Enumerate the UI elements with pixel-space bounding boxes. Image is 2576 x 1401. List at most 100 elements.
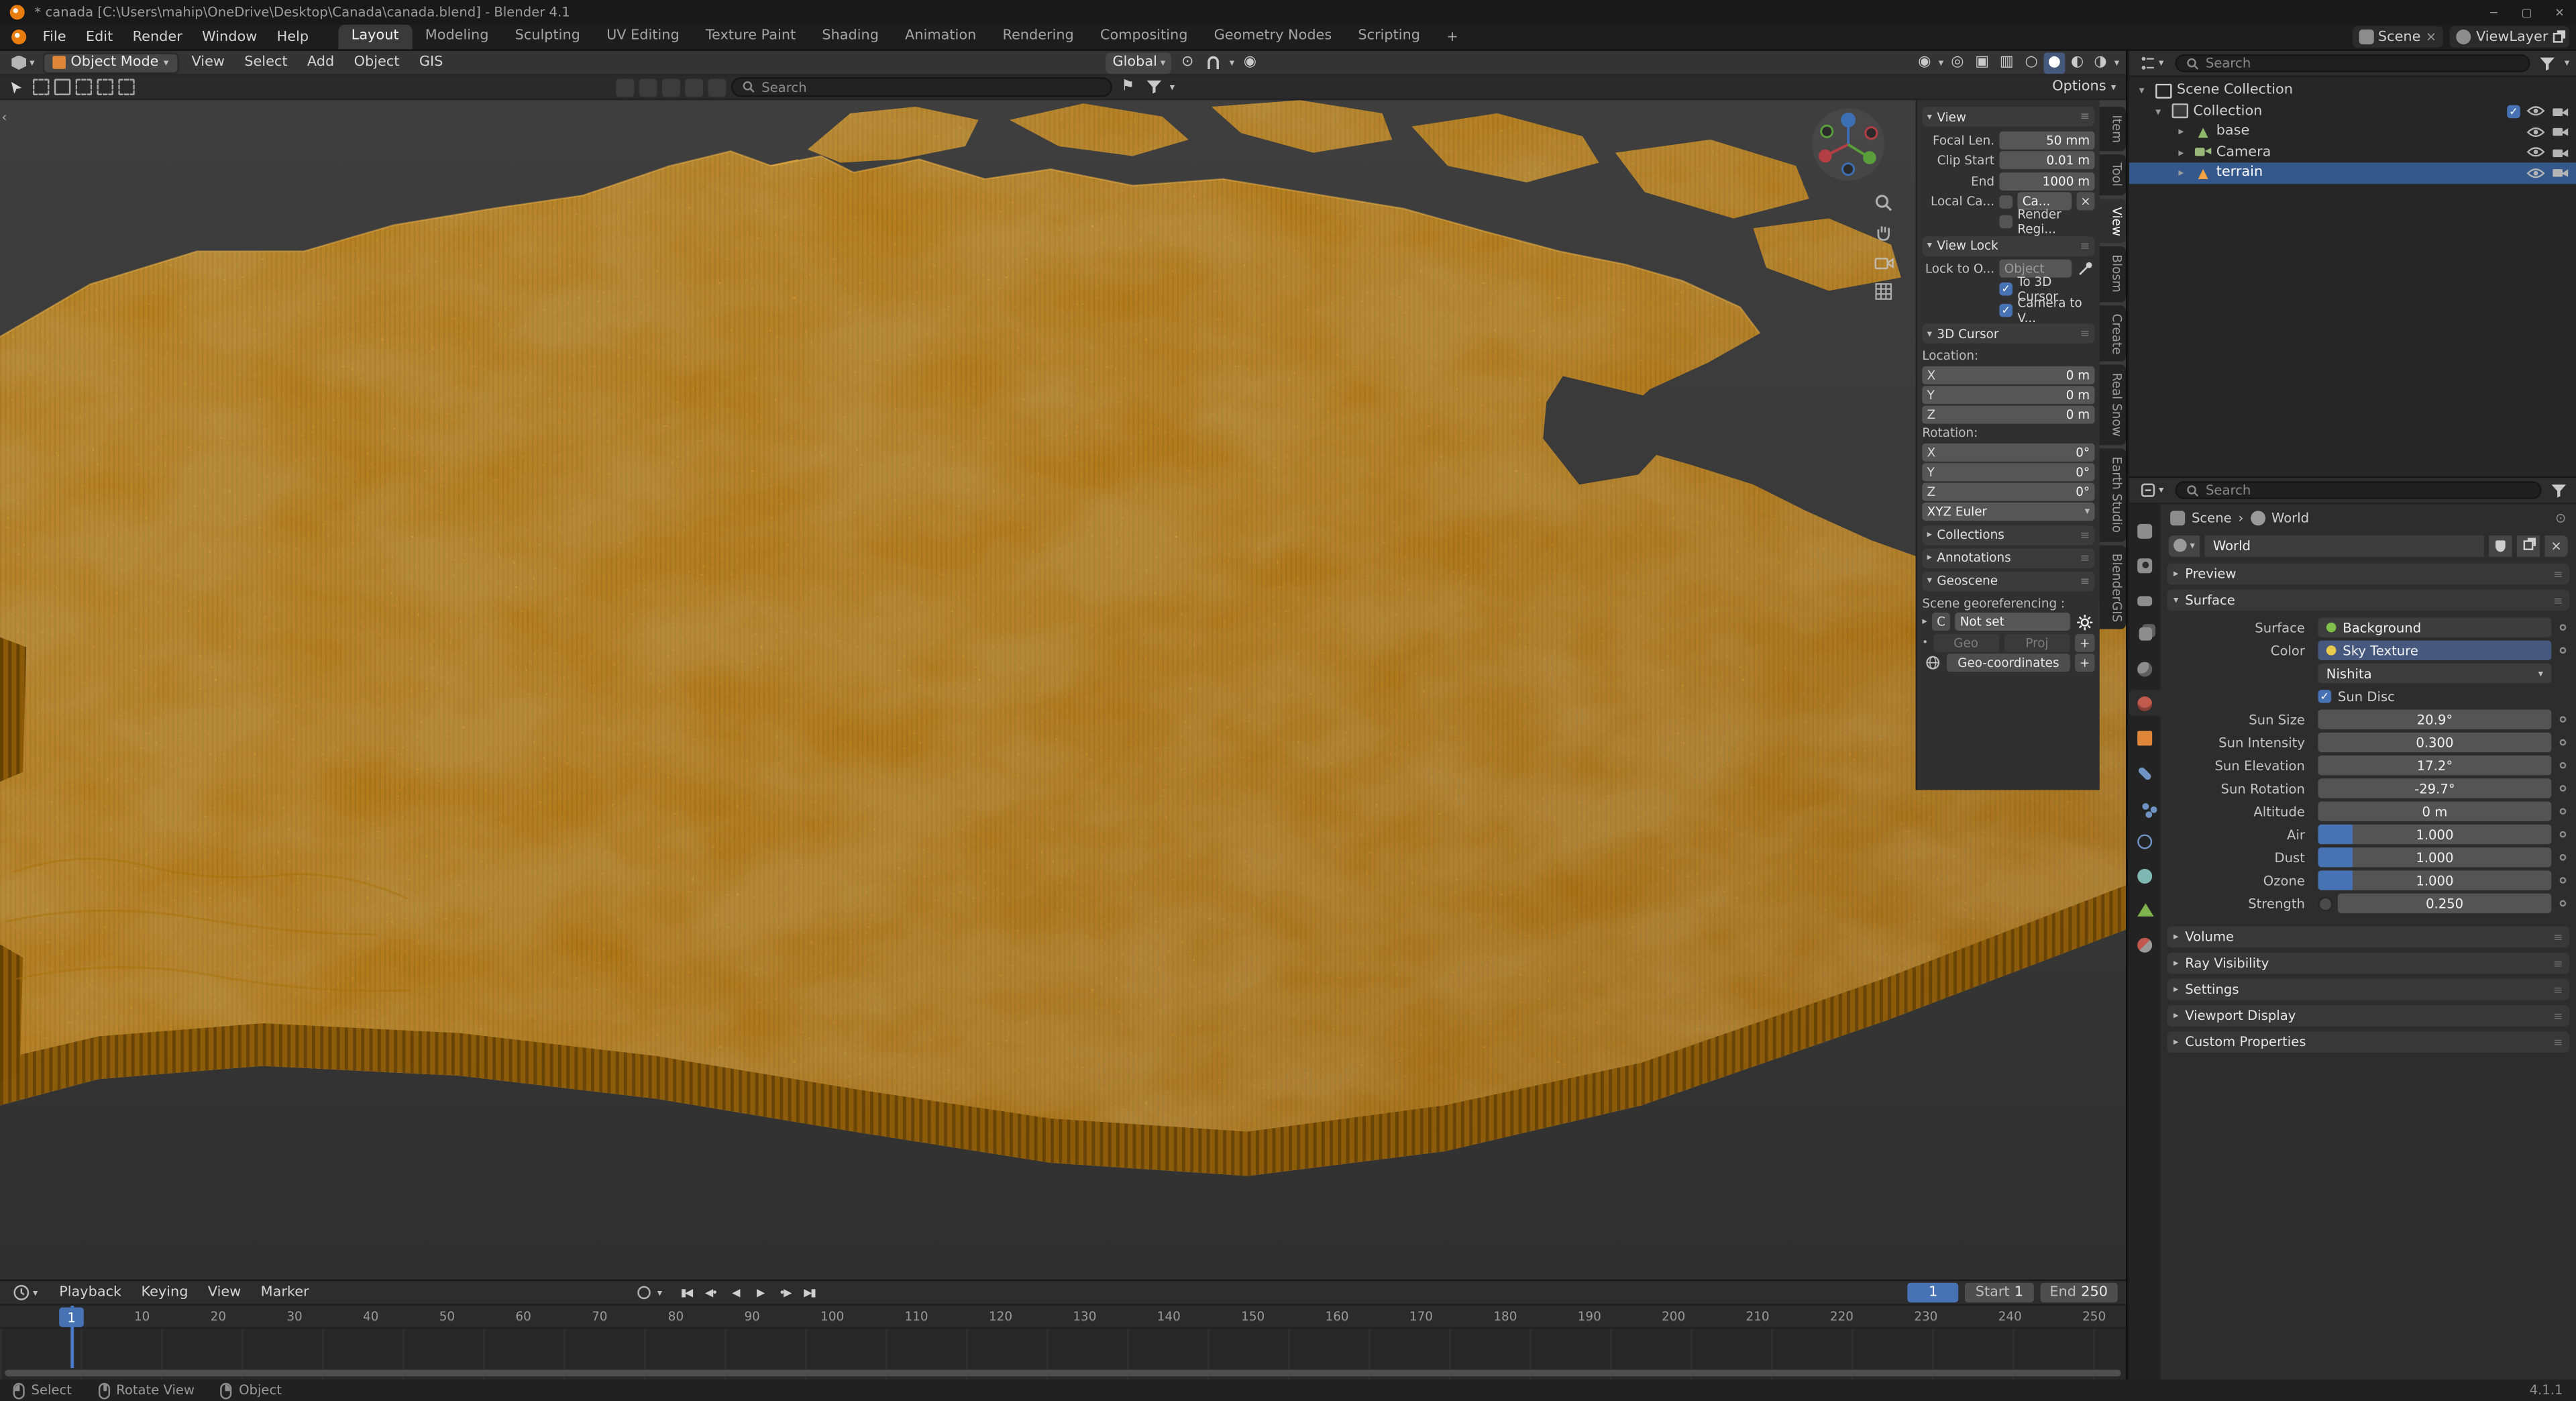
add-georef-button[interactable]: + — [2075, 633, 2094, 652]
snap-magnet-icon[interactable] — [1203, 52, 1225, 73]
shading-dropdown-icon[interactable]: ▾ — [2114, 56, 2119, 68]
collapsed-panel-header[interactable]: ▸ Ray Visibility ≡ — [2167, 953, 2569, 974]
tool-option-icon[interactable] — [616, 78, 634, 96]
transport-button[interactable]: •▶ — [774, 1283, 796, 1302]
timeline-menu-item[interactable]: View — [198, 1281, 251, 1304]
axis-value-field[interactable]: X 0 m — [1922, 366, 2094, 384]
strength-field[interactable]: 0.250 — [2338, 894, 2551, 913]
decorator-icon[interactable] — [2560, 739, 2567, 746]
decorator-icon[interactable] — [2560, 762, 2567, 769]
panel-header-collections[interactable]: ▸ Collections ≡ — [1922, 525, 2094, 544]
outliner-item-label[interactable]: Collection — [2193, 103, 2262, 119]
properties-tab[interactable] — [2129, 552, 2161, 578]
property-value-field[interactable]: 0.300 — [2318, 733, 2552, 752]
decorator-icon[interactable] — [2560, 831, 2567, 838]
bookmark-icon[interactable]: ⚑ — [1117, 76, 1138, 98]
expand-arrow-icon[interactable]: ▾ — [2155, 105, 2167, 118]
transport-button[interactable]: ◀ — [724, 1283, 746, 1302]
disable-render-camera-icon[interactable] — [2551, 105, 2569, 118]
outliner-item-label[interactable]: terrain — [2216, 164, 2263, 180]
search-input[interactable] — [761, 80, 1101, 95]
local-camera-checkbox[interactable] — [1999, 195, 2012, 209]
blender-menu-icon[interactable] — [7, 30, 30, 44]
editor-type-button[interactable]: ▾ — [7, 52, 40, 73]
property-value-field[interactable]: 17.2° — [2318, 756, 2552, 775]
navigation-gizmo[interactable] — [1811, 107, 1886, 183]
workspace-tab[interactable]: Texture Paint — [692, 25, 809, 50]
decorator-icon[interactable] — [2560, 854, 2567, 861]
properties-tab[interactable] — [2129, 517, 2161, 543]
viewport-menu-item[interactable]: View — [182, 51, 235, 74]
timeline-body[interactable]: 1102030405060708090100110120130140150160… — [0, 1306, 2126, 1380]
decorator-icon[interactable] — [2560, 808, 2567, 815]
transport-button[interactable]: ▶▮ — [798, 1283, 820, 1302]
outliner-row[interactable]: ▸ Camera — [2129, 142, 2576, 163]
snap-dropdown-icon[interactable]: ▾ — [1230, 56, 1234, 68]
axis-value-field[interactable]: Z 0 m — [1922, 405, 2094, 423]
fake-user-button[interactable] — [2489, 535, 2512, 556]
axis-value-field[interactable]: Y 0 m — [1922, 385, 2094, 403]
disable-render-camera-icon[interactable] — [2551, 166, 2569, 180]
properties-tab[interactable] — [2129, 828, 2161, 854]
collapsed-panel-header[interactable]: ▸ Custom Properties ≡ — [2167, 1031, 2569, 1053]
properties-tab[interactable] — [2129, 656, 2161, 682]
breadcrumb-world[interactable]: World — [2271, 511, 2309, 525]
properties-search-input[interactable] — [2206, 483, 2530, 498]
proj-button[interactable]: Proj — [2004, 633, 2070, 652]
properties-tab[interactable] — [2129, 621, 2161, 647]
collapsed-panel-header[interactable]: ▸ Settings ≡ — [2167, 979, 2569, 1000]
panel-header-preview[interactable]: ▸ Preview ≡ — [2167, 564, 2569, 585]
workspace-tab[interactable]: Geometry Nodes — [1201, 25, 1345, 50]
properties-editor-type-button[interactable]: ▾ — [2136, 480, 2169, 501]
unlink-scene-icon[interactable]: × — [2426, 30, 2436, 44]
properties-tab[interactable] — [2129, 724, 2161, 750]
property-value-field[interactable]: 20.9° — [2318, 709, 2552, 729]
proportional-editing-icon[interactable]: ◉ — [1239, 52, 1260, 73]
timeline-scrollbar[interactable] — [5, 1369, 2121, 1376]
hide-eye-icon[interactable] — [2527, 167, 2545, 178]
panel-header-view-lock[interactable]: ▾ View Lock ≡ — [1922, 236, 2094, 255]
zoom-icon[interactable] — [1873, 192, 1894, 213]
tool-option-icon[interactable] — [662, 78, 680, 96]
timeline-editor-type-button[interactable]: ▾ — [8, 1282, 42, 1304]
sky-model-dropdown[interactable]: Nishita ▾ — [2318, 664, 2552, 683]
filter-icon[interactable] — [1144, 76, 1165, 98]
viewport-menu-item[interactable]: Add — [297, 51, 344, 74]
collapsed-panel-header[interactable]: ▸ Viewport Display ≡ — [2167, 1005, 2569, 1027]
disable-render-camera-icon[interactable] — [2551, 125, 2569, 139]
crs-field[interactable]: Not set — [1955, 613, 2070, 631]
new-world-button[interactable] — [2517, 535, 2540, 556]
panel-header-surface[interactable]: ▾ Surface ≡ — [2167, 590, 2569, 611]
menu-item[interactable]: Help — [267, 25, 319, 48]
active-tool-icon[interactable] — [7, 76, 28, 98]
transport-button[interactable]: ◀• — [700, 1283, 722, 1302]
expand-arrow-icon[interactable]: ▸ — [2178, 146, 2190, 159]
properties-tab[interactable] — [2129, 586, 2161, 613]
transform-orientation-selector[interactable]: Global ▾ — [1106, 52, 1172, 73]
workspace-tab[interactable]: Animation — [892, 25, 989, 50]
pan-hand-icon[interactable] — [1873, 221, 1894, 243]
decorator-icon[interactable] — [2560, 716, 2567, 723]
n-panel-tab[interactable]: View — [2100, 198, 2126, 244]
expand-arrow-icon[interactable]: ▸ — [2178, 166, 2190, 180]
n-panel-tab[interactable]: Item — [2100, 107, 2126, 151]
decorator-icon[interactable] — [2560, 647, 2567, 654]
menu-item[interactable]: Window — [192, 25, 266, 48]
overlay-toggle-icon[interactable]: ▣ — [1972, 52, 1993, 73]
timeline-menu-item[interactable]: Keying — [131, 1281, 198, 1304]
playhead-frame-badge[interactable]: 1 — [59, 1307, 84, 1327]
lock-checkbox[interactable] — [1999, 303, 2012, 317]
tool-option-icon[interactable] — [639, 78, 657, 96]
panel-header-geoscene[interactable]: ▾ Geoscene ≡ — [1922, 571, 2094, 590]
tool-option-icon[interactable] — [708, 78, 727, 96]
workspace-tab[interactable]: Shading — [809, 25, 892, 50]
shading-mode-icon[interactable]: ○ — [2021, 52, 2042, 73]
workspace-tab[interactable]: Layout — [338, 25, 412, 50]
terrain-object[interactable] — [0, 100, 2126, 1280]
overlay-toggle-icon[interactable]: ◎ — [1947, 52, 1968, 73]
unlink-world-button[interactable]: × — [2545, 535, 2568, 556]
timeline-track[interactable] — [0, 1329, 2126, 1380]
decorator-icon[interactable] — [2560, 785, 2567, 792]
world-name-field[interactable]: World — [2205, 535, 2484, 556]
frame-end-field[interactable]: End 250 — [2040, 1283, 2118, 1302]
